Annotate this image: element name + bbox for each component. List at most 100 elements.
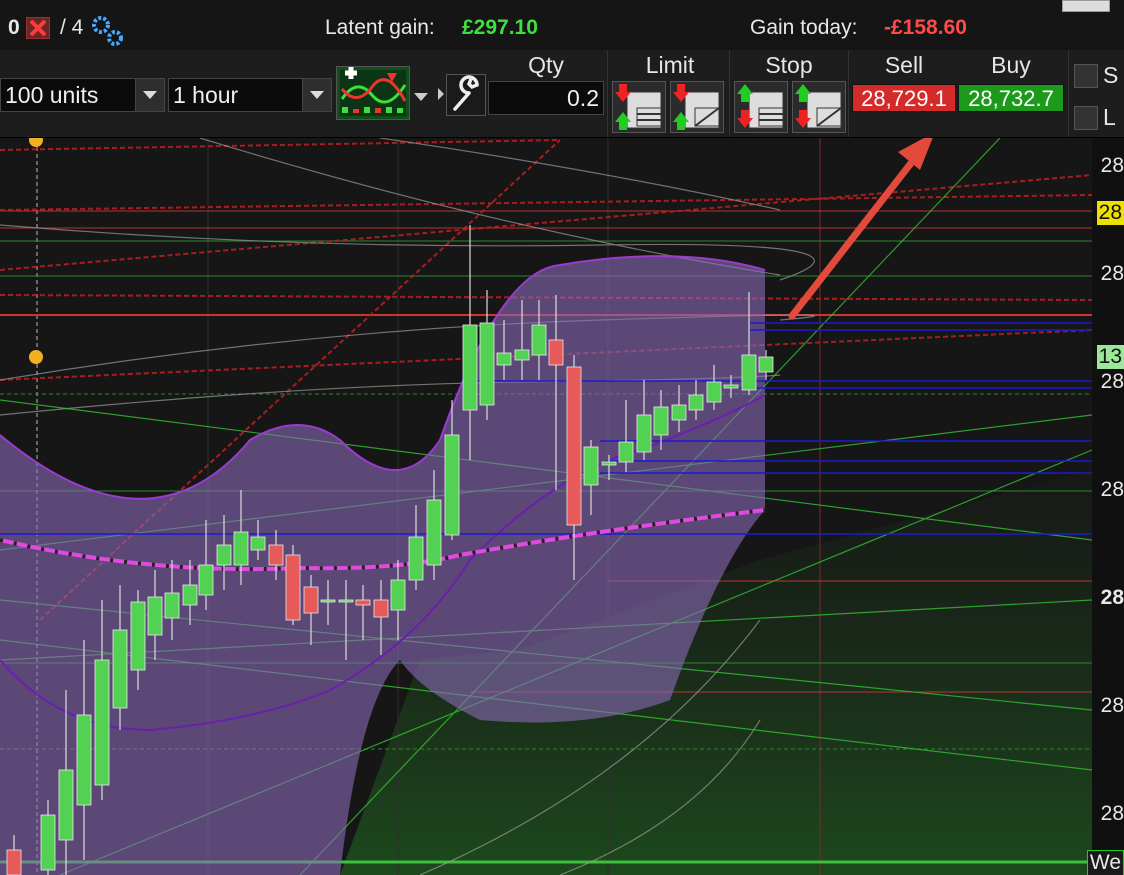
candle-body — [688, 394, 704, 411]
candle-body — [531, 324, 547, 356]
gain-today-value: -£158.60 — [884, 16, 967, 39]
short-checkbox[interactable] — [1074, 64, 1098, 88]
limit-sell-button[interactable] — [612, 81, 666, 133]
candle-body — [303, 586, 319, 614]
candle-body — [636, 414, 652, 453]
interval-select[interactable]: 1 hour — [168, 78, 332, 112]
chevron-down-icon — [302, 79, 331, 111]
buy-label: Buy — [991, 52, 1031, 78]
price-axis-label: 28 — [1100, 586, 1124, 609]
latent-gain-label: Latent gain: — [325, 16, 435, 39]
chevron-right-icon[interactable] — [437, 87, 445, 106]
event-marker[interactable] — [29, 350, 43, 364]
price-chart[interactable]: 28 28 28 13 28 28 28 28 28 We — [0, 138, 1124, 875]
candle-body — [706, 381, 722, 403]
price-axis-tag: 28 — [1096, 201, 1124, 225]
candle-body — [233, 531, 249, 566]
candle-body — [182, 584, 198, 606]
price-axis-label: 28 — [1100, 478, 1124, 501]
candle-body — [496, 352, 512, 366]
sell-label: Sell — [884, 52, 924, 78]
candle-body — [373, 599, 389, 618]
candle-body — [76, 714, 92, 806]
orders-count: / 4 — [60, 16, 84, 39]
candle-body — [112, 629, 128, 709]
divider — [1068, 50, 1069, 137]
candle-body — [390, 579, 406, 611]
candle-body — [653, 406, 669, 436]
candle-body — [671, 404, 687, 421]
limit-sell-icon — [615, 84, 662, 130]
qty-label: Qty — [528, 52, 564, 78]
candle-body — [268, 544, 284, 566]
candle-body — [40, 814, 56, 871]
divider — [607, 50, 608, 137]
top-status-bar: 0 / 4 Latent gain: £297.10 Gain today: -… — [0, 0, 1124, 51]
indicator-icon — [340, 67, 407, 116]
candle-body — [408, 536, 424, 581]
candle-body — [58, 769, 74, 841]
stop-label: Stop — [765, 52, 813, 78]
price-axis — [1092, 138, 1124, 875]
sell-price-button[interactable]: 28,729.1 — [852, 84, 956, 112]
divider — [729, 50, 730, 137]
limit-label: Limit — [645, 52, 695, 78]
add-indicator-button[interactable] — [336, 66, 410, 120]
candle-body — [216, 544, 232, 566]
candle-body — [147, 596, 163, 636]
candle-body — [583, 446, 599, 486]
stop-sell-button[interactable] — [734, 81, 788, 133]
candle-body — [479, 322, 495, 406]
candle-body — [320, 599, 336, 603]
gear-icon[interactable] — [88, 14, 128, 53]
candle-body — [566, 366, 582, 526]
price-axis-tag: 13 — [1096, 345, 1124, 369]
settings-button[interactable] — [446, 74, 486, 116]
trade-size-select[interactable]: 100 units — [0, 78, 165, 112]
window-restore-button[interactable] — [1062, 0, 1110, 12]
open-positions-count: 0 — [8, 16, 20, 39]
candle-body — [426, 499, 442, 566]
latent-gain-value: £297.10 — [462, 16, 538, 39]
long-checkbox-label: L — [1103, 104, 1116, 130]
price-axis-tag: We — [1086, 850, 1124, 875]
candle-body — [285, 554, 301, 621]
interval-value: 1 hour — [173, 82, 239, 108]
candle-body — [164, 592, 180, 619]
price-axis-label: 28 — [1100, 154, 1124, 177]
close-all-icon[interactable] — [26, 17, 50, 39]
price-axis-label: 28 — [1100, 262, 1124, 285]
price-axis-label: 28 — [1100, 370, 1124, 393]
candle-body — [198, 564, 214, 596]
limit-buy-button[interactable] — [670, 81, 724, 133]
chart-canvas — [0, 138, 1124, 875]
candle-body — [250, 536, 266, 551]
divider — [848, 50, 849, 137]
candle-body — [338, 599, 354, 603]
candle-body — [130, 601, 146, 671]
candle-body — [758, 356, 774, 373]
candle-body — [6, 849, 22, 875]
candle-body — [355, 599, 371, 606]
candle-body — [723, 384, 739, 389]
trade-size-value: 100 units — [5, 82, 99, 108]
trade-toolbar: 100 units 1 hour Qty 0.2 Limit Stop Sell… — [0, 50, 1124, 138]
candle-body — [94, 659, 110, 786]
qty-input[interactable]: 0.2 — [488, 81, 604, 115]
candle-body — [618, 441, 634, 463]
stop-buy-icon — [795, 84, 842, 129]
stop-buy-button[interactable] — [792, 81, 846, 133]
limit-buy-icon — [673, 84, 720, 130]
price-axis-label: 28 — [1100, 694, 1124, 717]
long-checkbox[interactable] — [1074, 106, 1098, 130]
candle-body — [741, 354, 757, 391]
chevron-down-icon — [135, 79, 164, 111]
candle-body — [462, 324, 478, 411]
candle-body — [548, 339, 564, 366]
price-axis-label: 28 — [1100, 802, 1124, 825]
buy-price-button[interactable]: 28,732.7 — [958, 84, 1064, 112]
chevron-down-icon[interactable] — [412, 90, 430, 108]
candle-body — [601, 461, 617, 466]
stop-sell-icon — [737, 84, 784, 129]
candle-body — [444, 434, 460, 536]
